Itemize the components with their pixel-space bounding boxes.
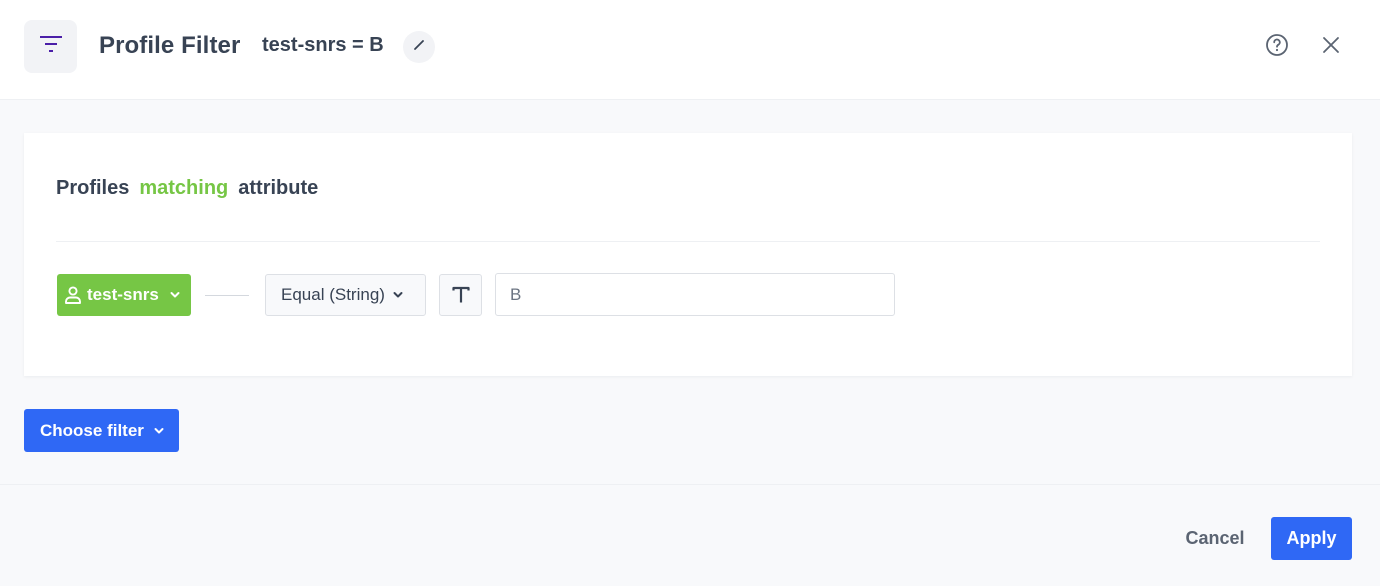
close-icon: [1321, 35, 1341, 60]
choose-filter-button[interactable]: Choose filter: [24, 409, 179, 452]
chevron-down-icon: [170, 291, 180, 299]
text-type-icon: [451, 285, 471, 305]
card-heading: Profiles matching attribute: [56, 177, 318, 200]
chevron-down-icon: [154, 427, 164, 435]
close-button[interactable]: [1318, 34, 1344, 60]
value-input[interactable]: [495, 273, 895, 316]
pencil-icon: [413, 38, 425, 56]
card-divider: [56, 241, 1320, 242]
value-type-button[interactable]: [439, 274, 482, 316]
edit-filter-name-button[interactable]: [403, 31, 435, 63]
heading-prefix: Profiles: [56, 177, 130, 199]
dialog-header: Profile Filter test-snrs = B: [0, 0, 1380, 100]
condition-connector: [205, 295, 249, 296]
chevron-down-icon: [393, 291, 403, 299]
heading-match-type: matching: [139, 177, 229, 199]
help-button[interactable]: [1264, 33, 1290, 62]
user-icon: [64, 285, 82, 305]
page-title: Profile Filter: [99, 32, 241, 59]
filter-icon-box: [24, 20, 77, 73]
footer-divider: [0, 484, 1380, 485]
operator-label: Equal (String): [281, 285, 385, 304]
operator-dropdown[interactable]: Equal (String): [265, 274, 426, 316]
question-circle-icon: [1265, 33, 1289, 62]
attribute-label: test-snrs: [87, 285, 159, 304]
heading-suffix: attribute: [238, 177, 319, 199]
filter-card: Profiles matching attribute test-snrs Eq…: [24, 133, 1352, 376]
cancel-button[interactable]: Cancel: [1172, 517, 1258, 560]
attribute-dropdown[interactable]: test-snrs: [57, 274, 191, 316]
filter-icon: [38, 34, 64, 59]
filter-summary: test-snrs = B: [262, 34, 384, 56]
apply-button[interactable]: Apply: [1271, 517, 1352, 560]
choose-filter-label: Choose filter: [40, 420, 144, 440]
